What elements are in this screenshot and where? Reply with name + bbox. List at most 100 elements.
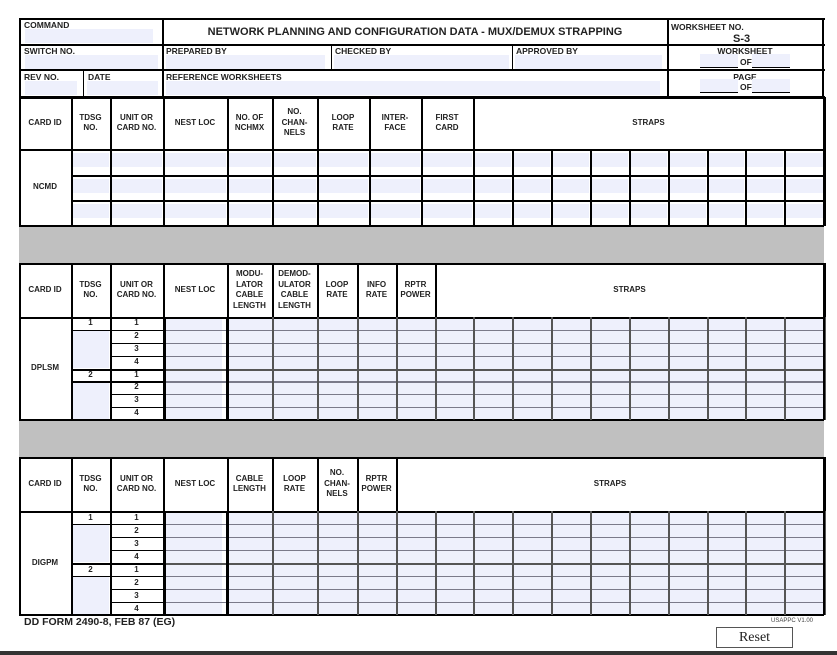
divider (71, 524, 110, 526)
tdsg-input[interactable] (72, 577, 109, 614)
ncmd-cell-input[interactable] (709, 153, 744, 167)
approved-by-input[interactable] (515, 55, 662, 69)
ncmd-cell-input[interactable] (709, 204, 744, 218)
form-title: NETWORK PLANNING AND CONFIGURATION DATA … (207, 26, 623, 38)
divider (421, 149, 423, 226)
divider (512, 317, 514, 420)
ncmd-cell-input[interactable] (553, 204, 589, 218)
ncmd-cell-input[interactable] (514, 179, 550, 193)
ncmd-cell-input[interactable] (165, 204, 226, 218)
worksheet-total-input[interactable] (752, 54, 790, 68)
divider (272, 511, 274, 615)
divider (272, 149, 274, 226)
divider (19, 263, 21, 420)
column-header: LOOP RATE (283, 473, 306, 494)
divider (71, 329, 110, 332)
ncmd-cell-input[interactable] (423, 204, 472, 218)
ncmd-cell-input[interactable] (592, 179, 628, 193)
ncmd-cell-input[interactable] (112, 179, 162, 193)
column-header: STRAPS (632, 117, 665, 127)
ncmd-cell-input[interactable] (165, 179, 226, 193)
ncmd-cell-input[interactable] (592, 204, 628, 218)
section-separator (19, 227, 824, 263)
ncmd-cell-input[interactable] (786, 204, 823, 218)
ncmd-cell-input[interactable] (631, 204, 667, 218)
ncmd-cell-input[interactable] (319, 153, 368, 167)
ncmd-cell-input[interactable] (747, 179, 783, 193)
of-label: OF (740, 82, 752, 92)
command-input[interactable] (25, 29, 153, 43)
rev-no-input[interactable] (25, 81, 77, 95)
ncmd-cell-input[interactable] (371, 153, 420, 167)
ncmd-cell-input[interactable] (319, 204, 368, 218)
page-total-input[interactable] (752, 79, 790, 93)
ncmd-cell-input[interactable] (475, 179, 511, 193)
prepared-by-input[interactable] (166, 55, 325, 69)
divider (512, 149, 514, 226)
divider (71, 97, 73, 149)
divider (163, 97, 165, 149)
ncmd-cell-input[interactable] (709, 179, 744, 193)
divider (163, 576, 824, 578)
switch-no-input[interactable] (25, 55, 158, 69)
worksheet-number-input[interactable] (700, 54, 738, 68)
ncmd-cell-input[interactable] (319, 179, 368, 193)
divider (590, 511, 592, 615)
ncmd-cell-input[interactable] (423, 179, 472, 193)
divider (629, 317, 631, 420)
ncmd-cell-input[interactable] (165, 153, 226, 167)
divider (163, 317, 166, 420)
divider (163, 563, 824, 565)
ncmd-cell-input[interactable] (747, 204, 783, 218)
date-input[interactable] (87, 81, 158, 95)
divider (110, 563, 163, 565)
ncmd-cell-input[interactable] (786, 179, 823, 193)
ncmd-cell-input[interactable] (553, 179, 589, 193)
page-number-input[interactable] (700, 79, 738, 93)
ncmd-cell-input[interactable] (229, 179, 271, 193)
reference-worksheets-input[interactable] (166, 81, 660, 95)
ncmd-cell-input[interactable] (229, 204, 271, 218)
checked-by-input[interactable] (334, 55, 509, 69)
reset-button[interactable]: Reset (716, 627, 793, 648)
column-header: CABLE LENGTH (233, 473, 266, 494)
ncmd-cell-input[interactable] (553, 153, 589, 167)
divider (110, 368, 163, 371)
ncmd-cell-input[interactable] (73, 179, 109, 193)
column-header: UNIT OR CARD NO. (116, 473, 157, 494)
ncmd-cell-input[interactable] (475, 204, 511, 218)
tdsg-input[interactable] (72, 330, 109, 368)
ncmd-cell-input[interactable] (670, 179, 706, 193)
ncmd-cell-input[interactable] (631, 179, 667, 193)
divider (19, 97, 21, 226)
ncmd-cell-input[interactable] (670, 204, 706, 218)
divider (71, 200, 824, 202)
divider (667, 18, 669, 98)
divider (19, 457, 21, 615)
ncmd-cell-input[interactable] (631, 153, 667, 167)
divider (590, 149, 592, 226)
ncmd-cell-input[interactable] (747, 153, 783, 167)
ncmd-cell-input[interactable] (423, 153, 472, 167)
ncmd-cell-input[interactable] (274, 204, 316, 218)
ncmd-cell-input[interactable] (670, 153, 706, 167)
ncmd-cell-input[interactable] (274, 153, 316, 167)
column-header: NEST LOC (174, 117, 216, 127)
ncmd-cell-input[interactable] (229, 153, 271, 167)
ncmd-cell-input[interactable] (73, 153, 109, 167)
ncmd-cell-input[interactable] (73, 204, 109, 218)
ncmd-cell-input[interactable] (371, 204, 420, 218)
ncmd-cell-input[interactable] (274, 179, 316, 193)
divider (110, 263, 112, 317)
tdsg-input[interactable] (72, 382, 109, 419)
ncmd-cell-input[interactable] (592, 153, 628, 167)
ncmd-cell-input[interactable] (786, 153, 823, 167)
tdsg-input[interactable] (72, 525, 109, 562)
ncmd-cell-input[interactable] (514, 204, 550, 218)
divider (272, 457, 274, 511)
ncmd-cell-input[interactable] (475, 153, 511, 167)
ncmd-cell-input[interactable] (514, 153, 550, 167)
ncmd-cell-input[interactable] (112, 204, 162, 218)
ncmd-cell-input[interactable] (112, 153, 162, 167)
ncmd-cell-input[interactable] (371, 179, 420, 193)
